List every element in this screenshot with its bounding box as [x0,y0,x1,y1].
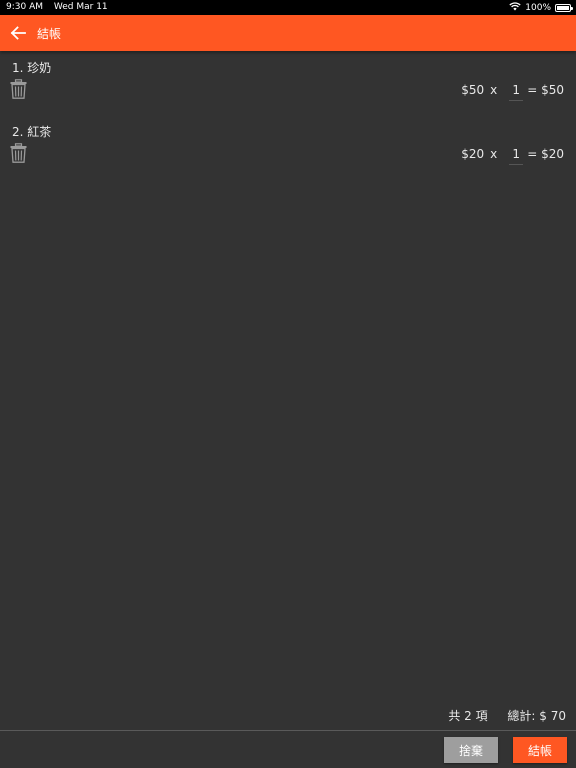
bottom-action-bar: 捨棄 結帳 [0,730,576,768]
order-summary: 共 2 項 總計: $ 70 [448,707,566,724]
trash-icon [10,79,27,99]
status-time: 9:30 AM [6,2,43,12]
item-price: $20 [461,147,485,161]
item-subtotal: = $50 [527,83,564,97]
status-bar: 9:30 AM Wed Mar 11 100% [0,0,576,15]
discard-button[interactable]: 捨棄 [444,737,498,763]
battery-level [557,6,569,10]
app-bar: 結帳 [0,15,576,51]
delete-item-button[interactable] [10,79,27,99]
cart-item: 2. 紅茶 $20 x = $20 [0,123,576,179]
item-subtotal: = $20 [527,147,564,161]
trash-icon [10,143,27,163]
multiply-sign: x [490,147,498,161]
item-name: 2. 紅茶 [12,125,52,139]
wifi-icon [509,2,521,14]
battery-icon [555,4,573,12]
checkout-button[interactable]: 結帳 [513,737,567,763]
item-name: 1. 珍奶 [12,61,52,75]
back-button[interactable] [8,23,28,43]
item-count: 共 2 項 [448,709,488,723]
status-date: Wed Mar 11 [53,2,108,12]
order-total: 總計: $ 70 [507,709,566,723]
arrow-left-icon [10,26,26,40]
quantity-input[interactable] [509,147,524,165]
item-price: $50 [461,83,485,97]
delete-item-button[interactable] [10,143,27,163]
cart-item: 1. 珍奶 $50 x = $50 [0,59,576,115]
multiply-sign: x [490,83,498,97]
battery-percent: 100% [525,3,551,13]
page-title: 結帳 [37,27,62,41]
quantity-input[interactable] [509,83,524,101]
